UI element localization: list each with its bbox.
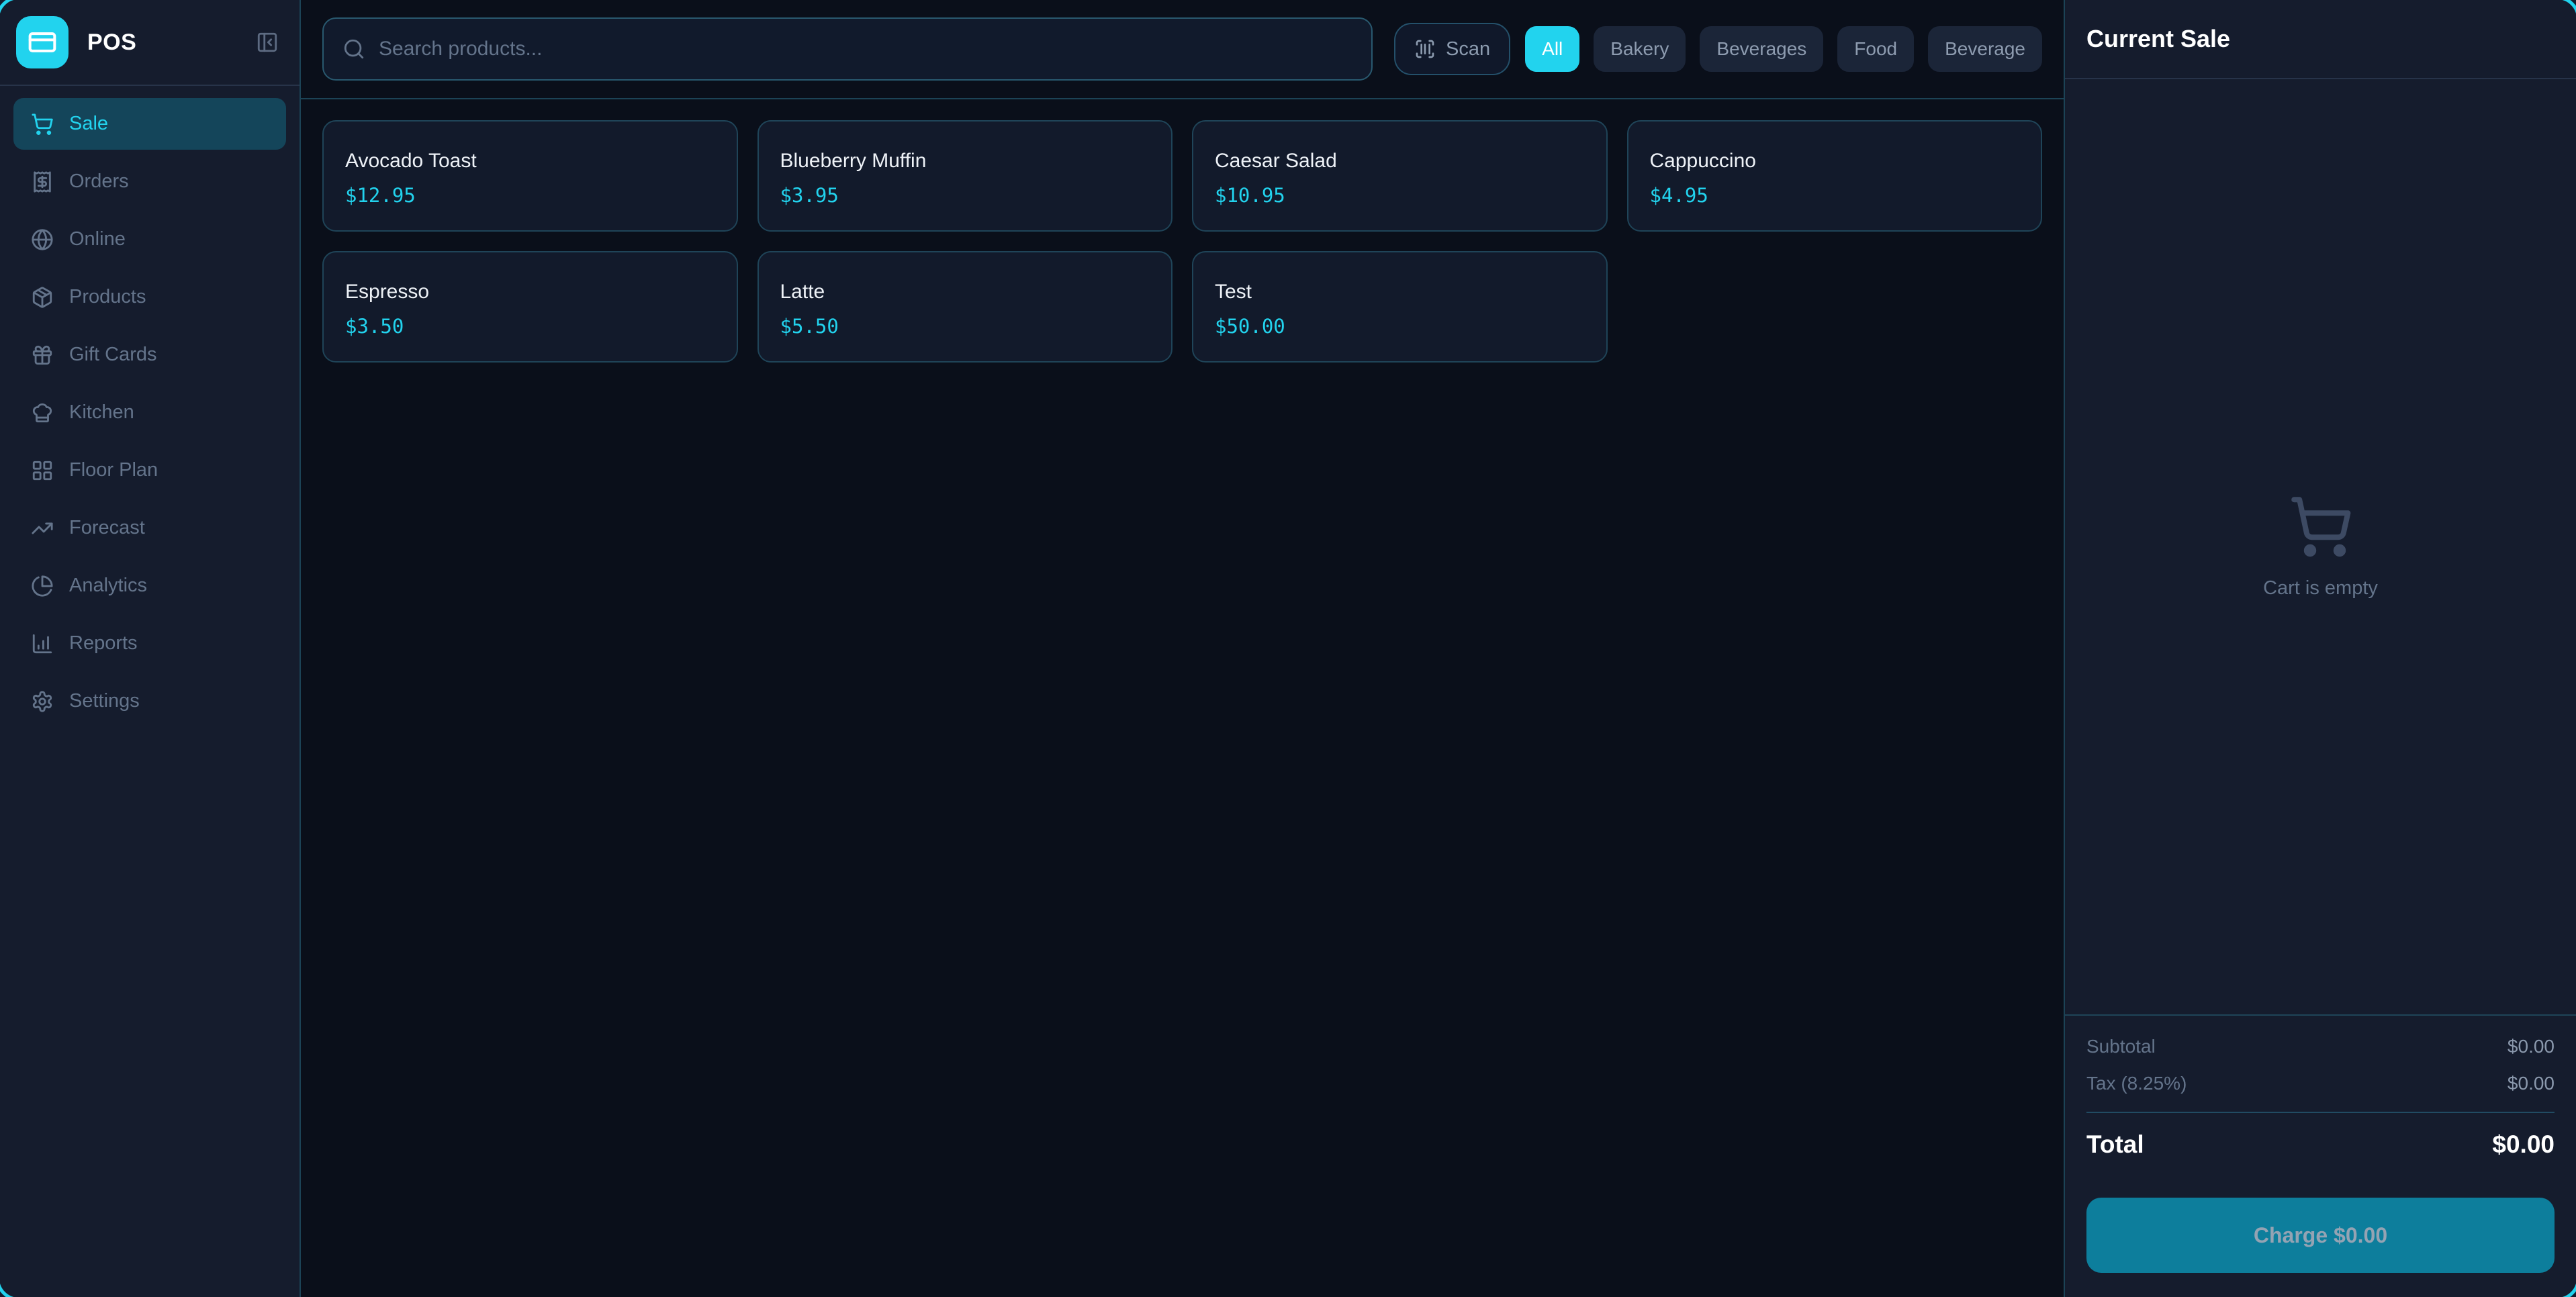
product-price: $3.95 xyxy=(780,184,1150,207)
product-price: $10.95 xyxy=(1215,184,1585,207)
cart-empty-text: Cart is empty xyxy=(2263,577,2378,599)
sidebar-collapse-button[interactable] xyxy=(254,29,281,56)
empty-cart-icon xyxy=(2289,494,2353,559)
main-content: Scan All Bakery Beverages Food Beverage Avoc… xyxy=(301,0,2064,1297)
sidebar: POS Sale Orders Online Products Gift Cards Ki… xyxy=(0,0,301,1297)
shopping-cart-icon xyxy=(31,113,54,136)
sidebar-item-analytics[interactable]: Analytics xyxy=(13,560,286,612)
product-price: $50.00 xyxy=(1215,315,1585,338)
sidebar-item-label: Sale xyxy=(69,113,108,135)
sidebar-item-label: Gift Cards xyxy=(69,344,157,366)
product-card[interactable]: Test $50.00 xyxy=(1192,251,1608,363)
product-grid: Avocado Toast $12.95 Blueberry Muffin $3.95… xyxy=(301,99,2064,1297)
sidebar-item-label: Products xyxy=(69,286,146,308)
category-chip-bakery[interactable]: Bakery xyxy=(1594,26,1686,72)
package-icon xyxy=(31,286,54,309)
app-title: POS xyxy=(87,30,254,56)
product-card[interactable]: Avocado Toast $12.95 xyxy=(322,120,738,232)
totals-section: Subtotal $0.00 Tax (8.25%) $0.00 Total $… xyxy=(2065,1014,2576,1297)
product-name: Blueberry Muffin xyxy=(780,150,1150,173)
main-header: Scan All Bakery Beverages Food Beverage xyxy=(301,0,2064,99)
settings-gear-icon xyxy=(31,690,54,713)
sidebar-item-label: Kitchen xyxy=(69,401,134,424)
sidebar-item-label: Settings xyxy=(69,690,140,712)
category-chips: All Bakery Beverages Food Beverage xyxy=(1525,26,2042,72)
sidebar-item-floor-plan[interactable]: Floor Plan xyxy=(13,444,286,496)
header-actions: Scan All Bakery Beverages Food Beverage xyxy=(1394,23,2042,75)
sidebar-item-orders[interactable]: Orders xyxy=(13,156,286,207)
category-chip-all[interactable]: All xyxy=(1525,26,1579,72)
product-price: $5.50 xyxy=(780,315,1150,338)
product-name: Espresso xyxy=(345,281,715,303)
scan-barcode-icon xyxy=(1414,38,1436,60)
tax-label: Tax (8.25%) xyxy=(2086,1073,2187,1094)
product-card[interactable]: Latte $5.50 xyxy=(757,251,1173,363)
product-card[interactable]: Espresso $3.50 xyxy=(322,251,738,363)
product-name: Cappuccino xyxy=(1650,150,2020,173)
product-card[interactable]: Cappuccino $4.95 xyxy=(1627,120,2043,232)
trending-up-icon xyxy=(31,517,54,540)
product-price: $3.50 xyxy=(345,315,715,338)
sidebar-item-label: Orders xyxy=(69,171,129,193)
sidebar-item-kitchen[interactable]: Kitchen xyxy=(13,387,286,438)
product-card[interactable]: Blueberry Muffin $3.95 xyxy=(757,120,1173,232)
credit-card-icon xyxy=(28,28,57,57)
current-sale-header: Current Sale xyxy=(2065,0,2576,79)
sidebar-nav: Sale Orders Online Products Gift Cards Kitche… xyxy=(0,86,300,739)
product-price: $4.95 xyxy=(1650,184,2020,207)
total-row: Total $0.00 xyxy=(2086,1113,2555,1159)
total-value: $0.00 xyxy=(2492,1131,2555,1159)
search-input[interactable] xyxy=(379,38,1352,60)
app-logo xyxy=(16,16,68,68)
product-name: Caesar Salad xyxy=(1215,150,1585,173)
sidebar-item-label: Forecast xyxy=(69,517,145,539)
category-chip-beverage[interactable]: Beverage xyxy=(1928,26,2042,72)
cart-empty-state: Cart is empty xyxy=(2065,79,2576,1014)
product-name: Avocado Toast xyxy=(345,150,715,173)
subtotal-row: Subtotal $0.00 xyxy=(2086,1036,2555,1057)
sidebar-item-products[interactable]: Products xyxy=(13,271,286,323)
sidebar-item-reports[interactable]: Reports xyxy=(13,618,286,669)
sidebar-item-label: Analytics xyxy=(69,575,147,597)
sidebar-header: POS xyxy=(0,0,300,86)
sidebar-item-gift-cards[interactable]: Gift Cards xyxy=(13,329,286,381)
bar-chart-icon xyxy=(31,632,54,655)
tax-value: $0.00 xyxy=(2508,1073,2555,1094)
product-price: $12.95 xyxy=(345,184,715,207)
product-card[interactable]: Caesar Salad $10.95 xyxy=(1192,120,1608,232)
product-name: Latte xyxy=(780,281,1150,303)
pie-chart-icon xyxy=(31,575,54,597)
category-chip-beverages[interactable]: Beverages xyxy=(1700,26,1823,72)
charge-button[interactable]: Charge $0.00 xyxy=(2086,1198,2555,1273)
subtotal-label: Subtotal xyxy=(2086,1036,2156,1057)
sidebar-item-label: Reports xyxy=(69,632,138,655)
category-chip-food[interactable]: Food xyxy=(1837,26,1914,72)
sidebar-item-sale[interactable]: Sale xyxy=(13,98,286,150)
current-sale-title: Current Sale xyxy=(2086,25,2230,53)
sidebar-item-online[interactable]: Online xyxy=(13,213,286,265)
gift-icon xyxy=(31,344,54,367)
search-icon xyxy=(342,38,365,60)
chef-hat-icon xyxy=(31,401,54,424)
globe-icon xyxy=(31,228,54,251)
sidebar-item-label: Online xyxy=(69,228,126,250)
panel-left-close-icon xyxy=(256,31,279,54)
layout-grid-icon xyxy=(31,459,54,482)
product-name: Test xyxy=(1215,281,1585,303)
scan-button[interactable]: Scan xyxy=(1394,23,1510,75)
subtotal-value: $0.00 xyxy=(2508,1036,2555,1057)
sidebar-item-label: Floor Plan xyxy=(69,459,158,481)
sidebar-item-settings[interactable]: Settings xyxy=(13,675,286,727)
receipt-icon xyxy=(31,171,54,193)
total-label: Total xyxy=(2086,1131,2144,1159)
search-box xyxy=(322,17,1373,81)
sidebar-item-forecast[interactable]: Forecast xyxy=(13,502,286,554)
current-sale-panel: Current Sale Cart is empty Subtotal $0.0… xyxy=(2064,0,2576,1297)
tax-row: Tax (8.25%) $0.00 xyxy=(2086,1073,2555,1094)
scan-button-label: Scan xyxy=(1446,38,1490,60)
